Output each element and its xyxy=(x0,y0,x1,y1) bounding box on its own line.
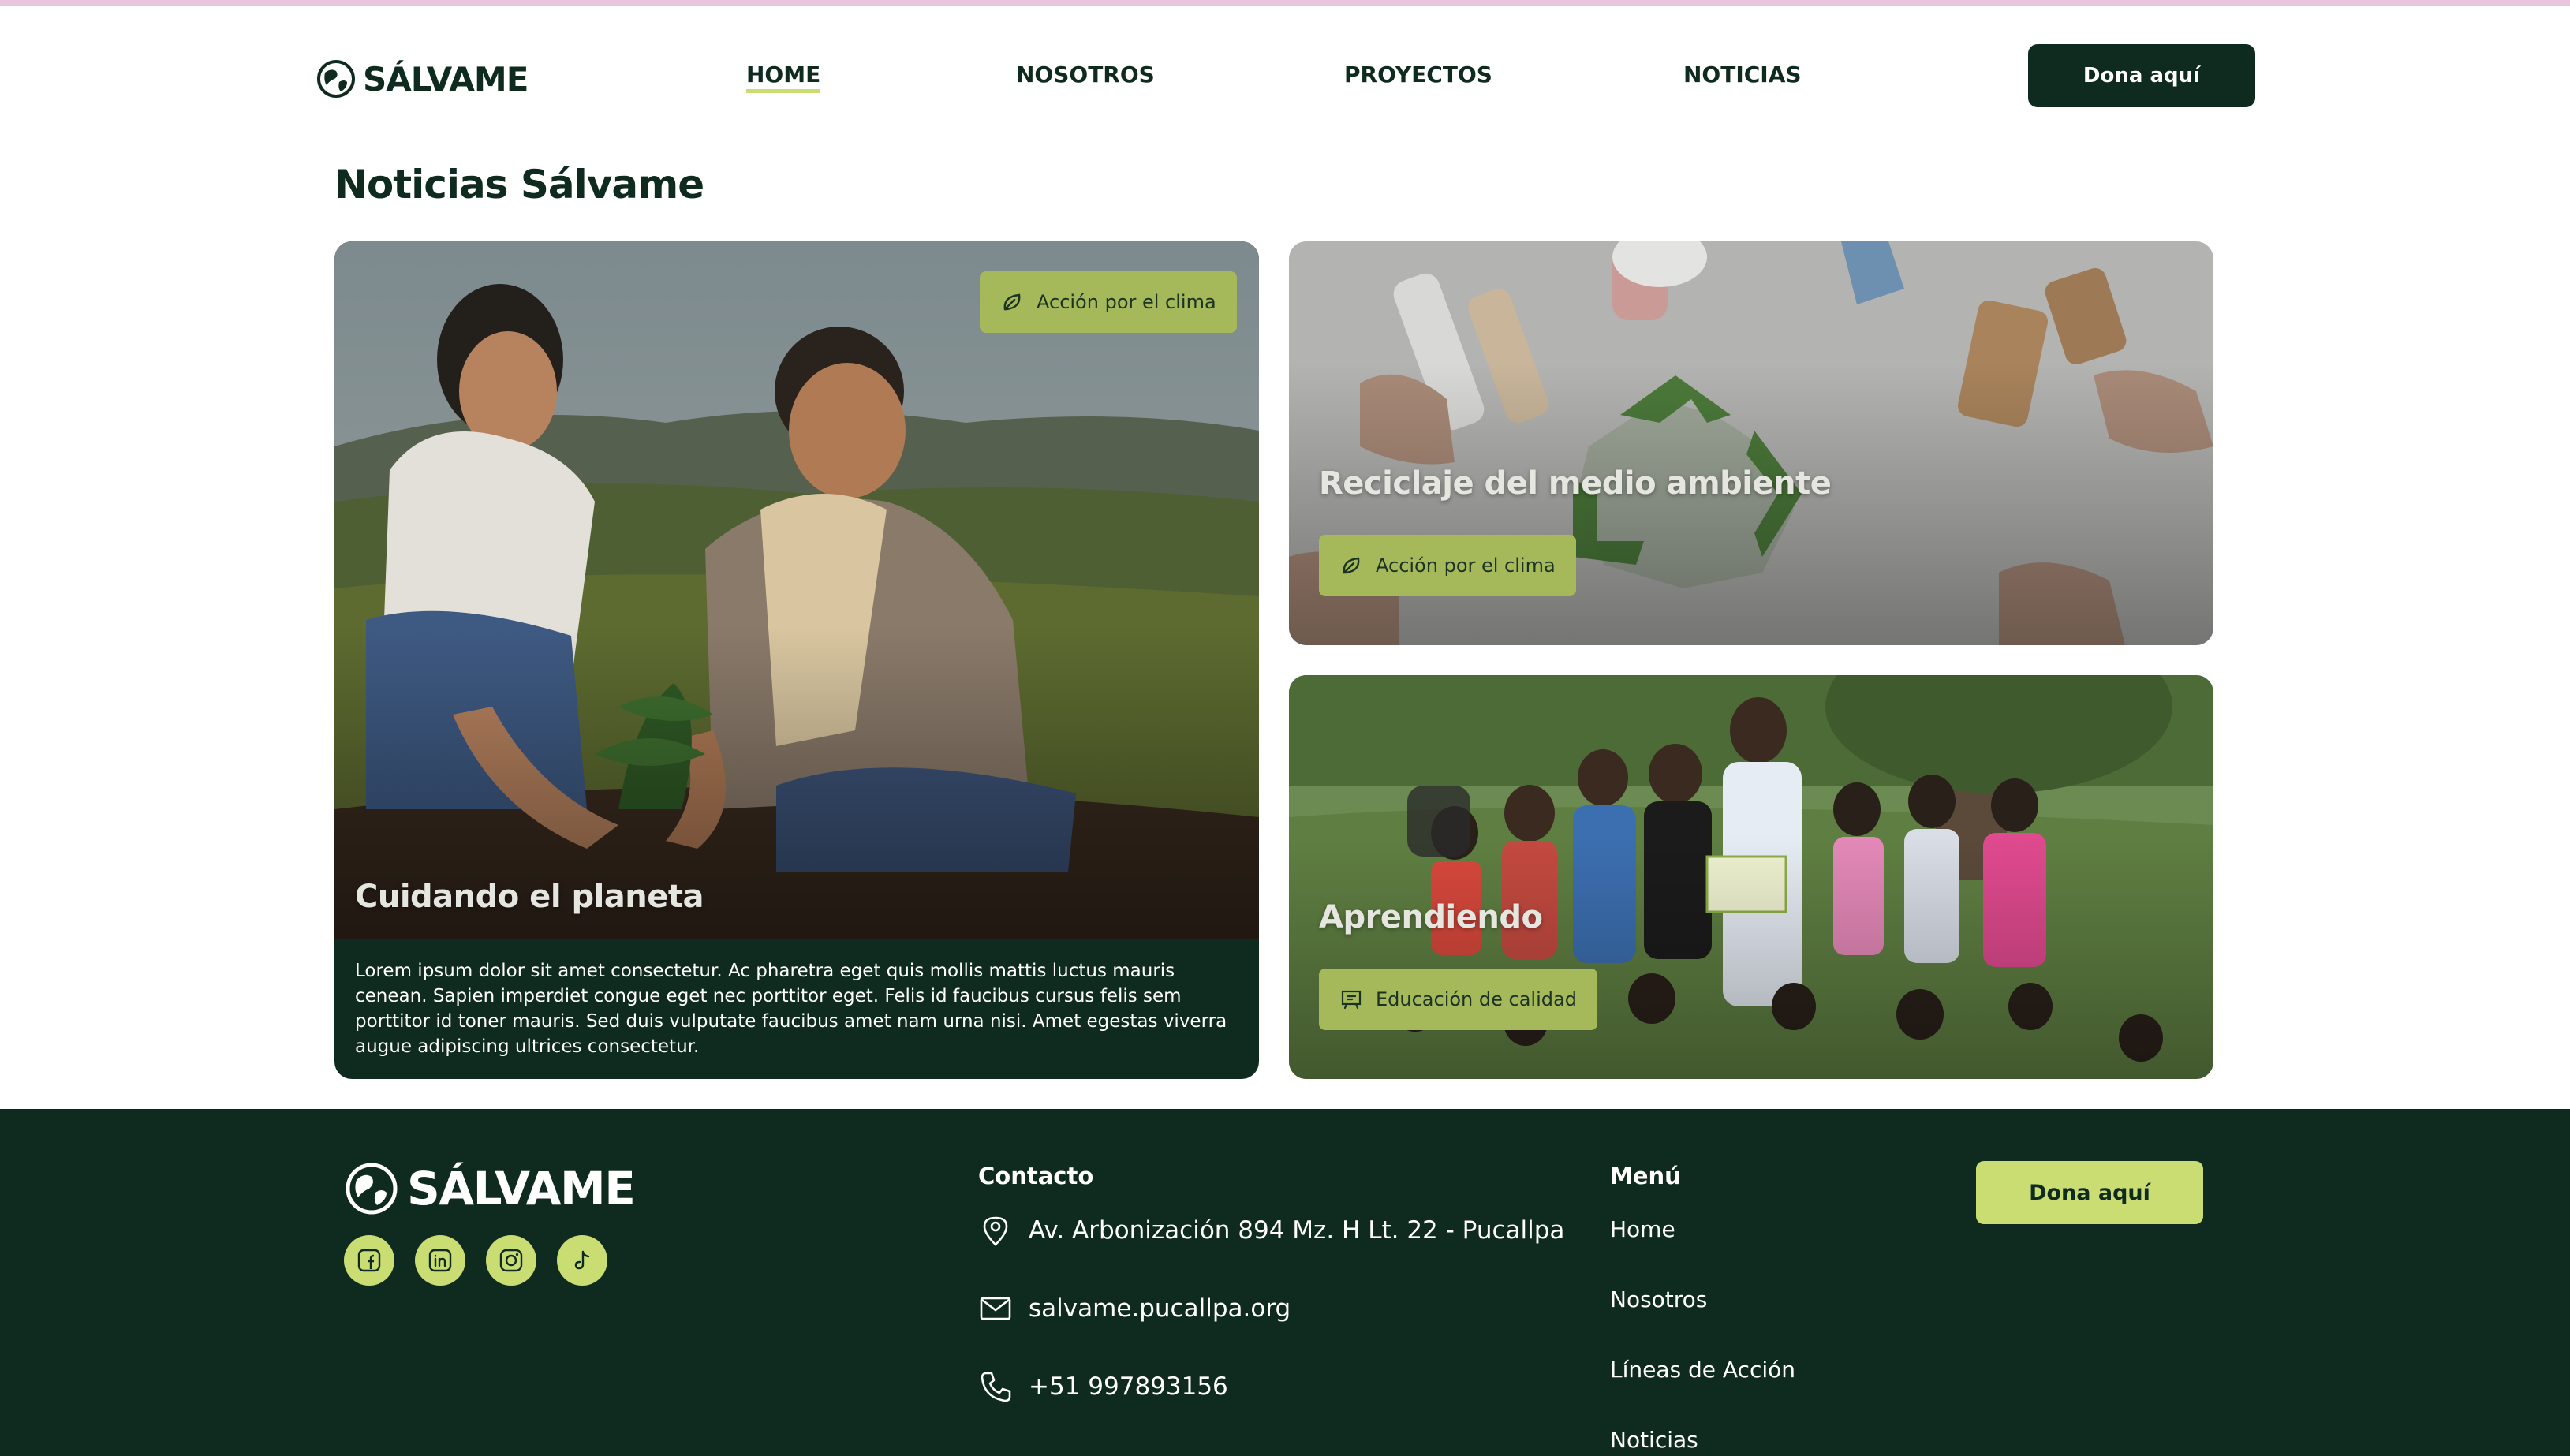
tag-label: Acción por el clima xyxy=(1037,291,1216,313)
news-card-cuidando[interactable]: Acción por el clima Cuidando el planeta … xyxy=(334,241,1259,1079)
site-footer: SÁLVAME Contacto Av. Arbonización 894 Mz… xyxy=(0,1109,2570,1456)
location-pin-icon xyxy=(983,1216,1008,1246)
contact-email[interactable]: salvame.pucallpa.org xyxy=(978,1291,1291,1326)
news-title[interactable]: Reciclaje del medio ambiente xyxy=(1319,465,1832,502)
contact-phone[interactable]: +51 997893156 xyxy=(978,1369,1228,1404)
news-title[interactable]: Cuidando el planeta xyxy=(355,879,704,915)
footer-donate-button[interactable]: Dona aquí xyxy=(1976,1161,2203,1224)
nav-proyectos[interactable]: PROYECTOS xyxy=(1344,62,1492,88)
news-card-aprendiendo[interactable]: Aprendiendo Educación de calidad xyxy=(1289,675,2213,1079)
footer-menu-noticias[interactable]: Noticias xyxy=(1610,1427,1698,1453)
mail-icon xyxy=(980,1297,1011,1320)
contact-heading: Contacto xyxy=(978,1163,1094,1189)
menu-heading: Menú xyxy=(1610,1163,1681,1189)
tag-educacion[interactable]: Educación de calidad xyxy=(1319,969,1597,1030)
news-title[interactable]: Aprendiendo xyxy=(1319,899,1543,935)
news-card-reciclaje[interactable]: Reciclaje del medio ambiente Acción por … xyxy=(1289,241,2213,645)
footer-logo-text: SÁLVAME xyxy=(407,1162,636,1215)
tag-accion-clima[interactable]: Acción por el clima xyxy=(980,271,1237,333)
phone-text[interactable]: +51 997893156 xyxy=(1029,1372,1228,1401)
news-image-children-planting xyxy=(334,241,1259,939)
footer-menu-home[interactable]: Home xyxy=(1610,1216,1675,1242)
top-strip xyxy=(0,0,2570,6)
tag-accion-clima[interactable]: Acción por el clima xyxy=(1319,535,1576,596)
facebook-icon xyxy=(357,1249,381,1272)
email-text[interactable]: salvame.pucallpa.org xyxy=(1029,1294,1291,1323)
contact-address: Av. Arbonización 894 Mz. H Lt. 22 - Puca… xyxy=(978,1213,1564,1248)
footer-logo[interactable]: SÁLVAME xyxy=(344,1161,636,1216)
tiktok-link[interactable] xyxy=(557,1235,607,1286)
footer-menu-nosotros[interactable]: Nosotros xyxy=(1610,1286,1707,1312)
linkedin-icon xyxy=(428,1249,452,1272)
phone-icon xyxy=(981,1372,1011,1402)
classroom-icon xyxy=(1341,990,1362,1010)
facebook-link[interactable] xyxy=(344,1235,394,1286)
nav-nosotros[interactable]: NOSOTROS xyxy=(1016,62,1155,88)
donate-button[interactable]: Dona aquí xyxy=(2028,44,2255,107)
tiktok-icon xyxy=(574,1250,590,1270)
tag-label: Educación de calidad xyxy=(1376,988,1577,1010)
nav-home[interactable]: HOME xyxy=(746,62,821,93)
news-excerpt: Lorem ipsum dolor sit amet consectetur. … xyxy=(355,961,1227,1057)
linkedin-link[interactable] xyxy=(415,1235,465,1286)
globe-hands-icon xyxy=(346,1163,398,1215)
nav-noticias[interactable]: NOTICIAS xyxy=(1683,62,1802,88)
instagram-link[interactable] xyxy=(486,1235,536,1286)
page-title: Noticias Sálvame xyxy=(334,162,704,207)
instagram-icon xyxy=(499,1249,523,1272)
site-header: SÁLVAME HOME NOSOTROS PROYECTOS NOTICIAS… xyxy=(0,6,2570,140)
social-links xyxy=(344,1235,607,1286)
footer-menu-lineas[interactable]: Líneas de Acción xyxy=(1610,1357,1795,1383)
address-text: Av. Arbonización 894 Mz. H Lt. 22 - Puca… xyxy=(1029,1216,1565,1245)
tag-label: Acción por el clima xyxy=(1376,554,1556,577)
leaf-icon xyxy=(1003,293,1021,311)
leaf-icon xyxy=(1343,557,1360,574)
